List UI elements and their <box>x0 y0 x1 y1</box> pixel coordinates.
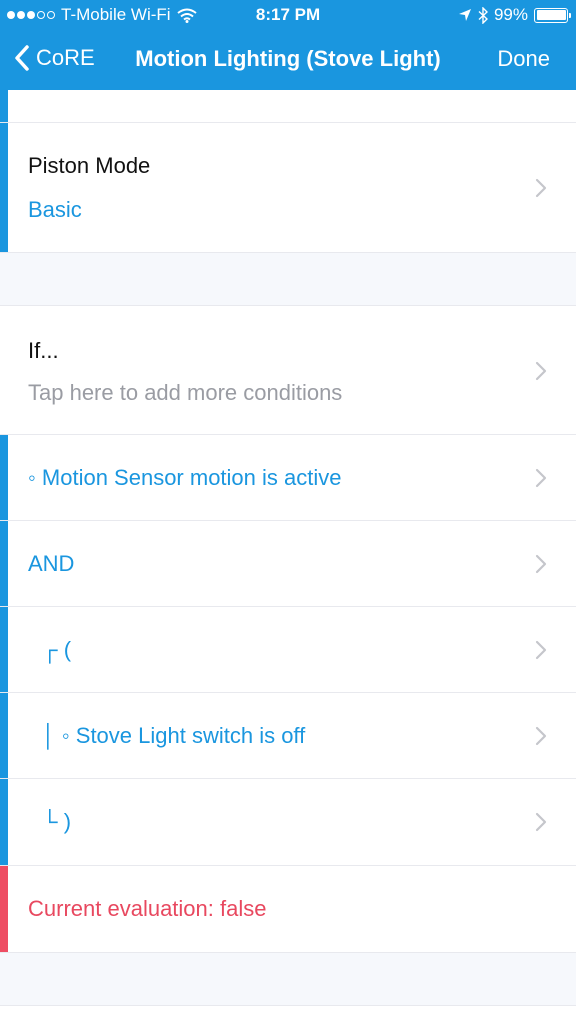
condition-row[interactable]: AND <box>0 521 576 607</box>
if-row[interactable]: If... Tap here to add more conditions <box>0 305 576 435</box>
condition-label: AND <box>28 551 75 576</box>
condition-row[interactable]: ┌ ( <box>0 607 576 693</box>
battery-icon <box>534 7 571 23</box>
condition-row[interactable]: │ ◦ Stove Light switch is off <box>0 693 576 779</box>
chevron-right-icon <box>535 812 547 832</box>
evaluation-row: Current evaluation: false <box>0 866 576 953</box>
battery-label: 99% <box>493 5 528 24</box>
piston-mode-value: Basic <box>28 197 82 222</box>
back-label: CoRE <box>36 45 95 70</box>
top-partial-row <box>0 90 576 123</box>
if-hint: Tap here to add more conditions <box>28 380 343 405</box>
condition-label: │ ◦ Stove Light switch is off <box>42 723 306 748</box>
condition-label: ┌ ( <box>42 637 72 662</box>
done-button[interactable]: Done <box>497 46 550 72</box>
chevron-right-icon <box>535 178 547 198</box>
chevron-right-icon <box>535 726 547 746</box>
evaluation-label: Current evaluation: false <box>28 896 267 921</box>
status-bar: T-Mobile Wi-Fi 8:17 PM 99% <box>0 0 576 30</box>
if-title: If... <box>28 338 59 363</box>
chevron-right-icon <box>535 468 547 488</box>
chevron-right-icon <box>535 361 547 381</box>
condition-row[interactable]: └ ) <box>0 779 576 866</box>
location-arrow-icon <box>458 9 471 21</box>
chevron-right-icon <box>535 554 547 574</box>
piston-mode-label: Piston Mode <box>28 153 151 178</box>
status-right: 99% <box>458 5 571 25</box>
bluetooth-icon <box>478 6 488 24</box>
chevron-left-icon <box>15 45 29 71</box>
condition-label: └ ) <box>42 809 72 834</box>
piston-mode-row[interactable]: Piston Mode Basic <box>0 123 576 253</box>
navigation-bar: CoRE Motion Lighting (Stove Light) Done <box>0 30 576 90</box>
back-button[interactable]: CoRE <box>14 44 95 72</box>
top-bar: T-Mobile Wi-Fi 8:17 PM 99% CoRE Motion L… <box>0 0 576 90</box>
bottom-partial-row <box>0 1005 576 1024</box>
condition-label: ◦ Motion Sensor motion is active <box>28 465 342 490</box>
chevron-right-icon <box>535 640 547 660</box>
condition-row[interactable]: ◦ Motion Sensor motion is active <box>0 435 576 521</box>
